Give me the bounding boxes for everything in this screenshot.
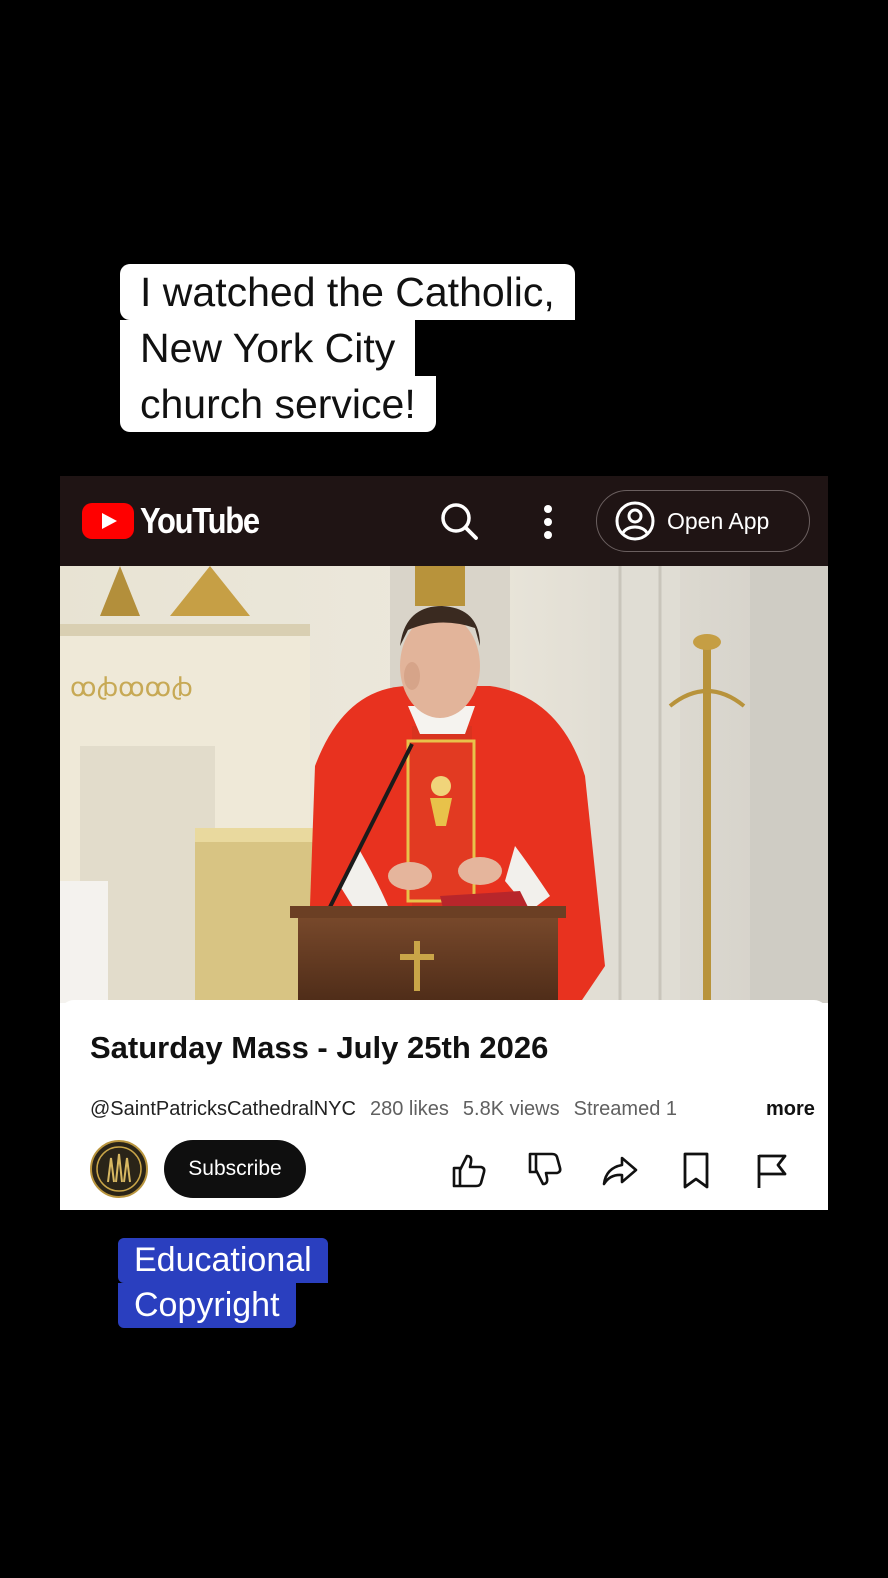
video-title[interactable]: Saturday Mass - July 25th 2026: [90, 1030, 548, 1066]
account-circle-icon: [615, 501, 655, 541]
channel-handle[interactable]: @SaintPatricksCathedralNYC: [90, 1098, 356, 1120]
educational-label: Educational Copyright: [118, 1238, 328, 1328]
cathedral-logo-icon: [96, 1146, 142, 1192]
more-button[interactable]: more: [746, 1098, 815, 1121]
youtube-top-bar: YouTube Open App: [60, 476, 828, 566]
subscribe-button[interactable]: Subscribe: [164, 1140, 306, 1198]
video-player[interactable]: ꝏꞗꝏꝏꞗ: [60, 566, 828, 1003]
video-info-card: Saturday Mass - July 25th 2026 @SaintPat…: [60, 1000, 828, 1210]
search-icon[interactable]: [438, 500, 480, 542]
caption: I watched the Catholic, New York City ch…: [120, 264, 575, 432]
dislike-icon[interactable]: [524, 1150, 564, 1190]
caption-line: church service!: [120, 376, 436, 432]
share-icon[interactable]: [600, 1150, 640, 1190]
view-count: 5.8K views: [462, 1098, 560, 1120]
save-icon[interactable]: [676, 1150, 716, 1190]
youtube-panel: YouTube Open App ꝏꞗꝏꝏꞗ Saturday Mass - J…: [60, 476, 828, 1210]
stream-date: Streamed 1: [573, 1098, 678, 1120]
open-app-label: Open App: [667, 507, 770, 534]
youtube-play-icon: [82, 503, 134, 539]
video-thumbnail: ꝏꞗꝏꝏꞗ: [60, 566, 828, 1003]
open-app-button[interactable]: Open App: [596, 490, 810, 552]
more-vertical-icon[interactable]: [536, 502, 560, 542]
youtube-logo[interactable]: YouTube: [82, 500, 278, 541]
report-flag-icon[interactable]: [752, 1150, 792, 1190]
like-icon[interactable]: [448, 1150, 488, 1190]
label-line: Copyright: [118, 1283, 296, 1328]
channel-avatar[interactable]: [90, 1140, 148, 1198]
caption-line: New York City: [120, 320, 416, 376]
video-meta: @SaintPatricksCathedralNYC 280 likes 5.8K …: [90, 1098, 677, 1121]
svg-text:ꝏꞗꝏꝏꞗ: ꝏꞗꝏꝏꞗ: [70, 673, 193, 702]
label-line: Educational: [118, 1238, 328, 1283]
youtube-logo-text: YouTube: [140, 500, 260, 541]
like-count: 280 likes: [369, 1098, 449, 1120]
caption-line: I watched the Catholic,: [120, 264, 575, 320]
